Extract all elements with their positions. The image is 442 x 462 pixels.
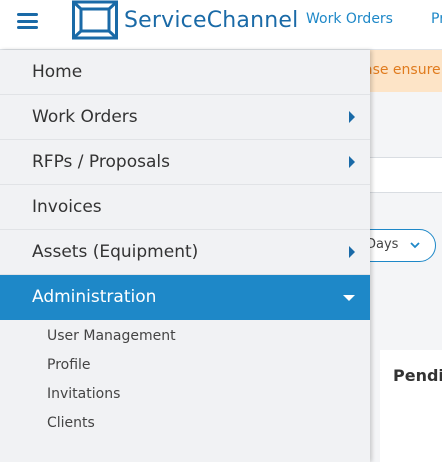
menu-item-invoices[interactable]: Invoices xyxy=(0,185,370,230)
menu-icon[interactable] xyxy=(17,13,38,29)
submenu-item-clients[interactable]: Clients xyxy=(0,411,370,440)
caret-down-icon xyxy=(343,295,355,301)
servicechannel-logo[interactable]: ServiceChannel xyxy=(72,0,298,40)
caret-right-icon xyxy=(349,246,355,258)
pending-card: Pendin xyxy=(380,350,442,462)
menu-item-assets[interactable]: Assets (Equipment) xyxy=(0,230,370,275)
menu-item-label: RFPs / Proposals xyxy=(32,152,170,172)
menu-item-label: Home xyxy=(32,62,83,82)
top-header: ServiceChannel Work Orders Pr xyxy=(0,0,442,50)
submenu-item-label: User Management xyxy=(47,328,176,344)
caret-right-icon xyxy=(349,156,355,168)
days-dropdown-label: Days xyxy=(366,237,399,252)
submenu-item-user-management[interactable]: User Management xyxy=(0,324,370,353)
submenu-item-label: Invitations xyxy=(47,386,121,402)
pending-card-title: Pendin xyxy=(393,366,442,385)
menu-item-label: Assets (Equipment) xyxy=(32,242,199,262)
menu-item-label: Administration xyxy=(32,287,157,307)
submenu-item-profile[interactable]: Profile xyxy=(0,353,370,382)
caret-right-icon xyxy=(349,111,355,123)
warning-banner-text: ase ensure xyxy=(370,62,441,78)
submenu-item-label: Profile xyxy=(47,357,91,373)
logo-text: ServiceChannel xyxy=(124,7,299,33)
menu-item-rfps-proposals[interactable]: RFPs / Proposals xyxy=(0,140,370,185)
logo-mark-icon xyxy=(72,0,118,40)
submenu-item-label: Clients xyxy=(47,415,95,431)
menu-item-label: Work Orders xyxy=(32,107,138,127)
submenu-item-invitations[interactable]: Invitations xyxy=(0,382,370,411)
side-menu: Home Work Orders RFPs / Proposals Invoic… xyxy=(0,50,370,462)
menu-item-home[interactable]: Home xyxy=(0,50,370,95)
warning-banner: ase ensure xyxy=(370,50,442,92)
menu-item-administration[interactable]: Administration xyxy=(0,275,370,320)
nav-work-orders[interactable]: Work Orders xyxy=(306,11,393,27)
nav-proposals[interactable]: Pr xyxy=(431,11,442,27)
chevron-down-icon xyxy=(410,242,420,249)
menu-item-label: Invoices xyxy=(32,197,102,217)
menu-item-work-orders[interactable]: Work Orders xyxy=(0,95,370,140)
search-input[interactable] xyxy=(370,157,442,193)
